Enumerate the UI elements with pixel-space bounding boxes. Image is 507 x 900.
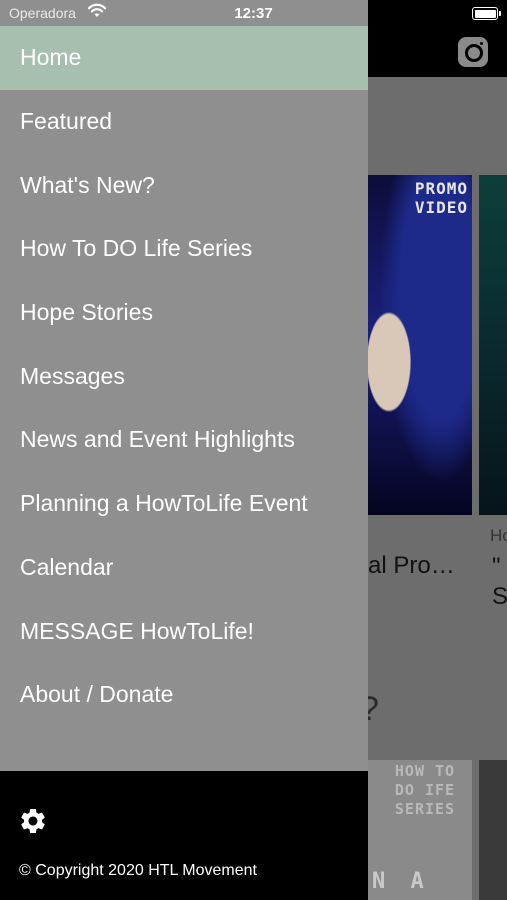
- instagram-icon[interactable]: [458, 37, 488, 67]
- video-card-thumbnail[interactable]: PROMO VIDEO: [368, 175, 472, 515]
- video-card-thumbnail[interactable]: [479, 175, 507, 515]
- series-card-thumbnail[interactable]: HOW TO DO IFE SERIES N A: [368, 760, 472, 900]
- menu-item-calendar[interactable]: Calendar: [0, 536, 368, 600]
- menu-item-how-to-do-life-series[interactable]: How To DO Life Series: [0, 217, 368, 281]
- video-card-title[interactable]: " S: [492, 552, 507, 612]
- menu-item-planning-event[interactable]: Planning a HowToLife Event: [0, 472, 368, 536]
- series-card-text: HOW TO DO IFE SERIES: [394, 762, 456, 818]
- menu-item-home[interactable]: Home: [0, 26, 368, 90]
- menu-item-news-and-event-highlights[interactable]: News and Event Highlights: [0, 408, 368, 472]
- menu-item-whats-new[interactable]: What's New?: [0, 153, 368, 217]
- promo-video-badge: PROMO VIDEO: [414, 179, 468, 217]
- series-card-thumbnail[interactable]: [479, 760, 507, 900]
- menu-item-featured[interactable]: Featured: [0, 90, 368, 154]
- gear-icon[interactable]: [18, 806, 48, 836]
- video-card-title[interactable]: al Pro…: [368, 552, 455, 580]
- drawer-footer: © Copyright 2020 HTL Movement: [0, 771, 368, 900]
- status-time: 12:37: [234, 5, 273, 22]
- video-card-title-line: S: [492, 583, 507, 610]
- video-card-category: Ho: [490, 526, 507, 545]
- menu-item-message-howtolife[interactable]: MESSAGE HowToLife!: [0, 599, 368, 663]
- menu-item-about-donate[interactable]: About / Donate: [0, 663, 368, 727]
- battery-icon: [472, 7, 501, 20]
- series-card-bottom-text: N A: [372, 869, 430, 894]
- copyright-text: © Copyright 2020 HTL Movement: [19, 862, 257, 879]
- video-card-title-line: ": [492, 553, 501, 580]
- menu-item-messages[interactable]: Messages: [0, 344, 368, 408]
- menu-item-hope-stories[interactable]: Hope Stories: [0, 281, 368, 345]
- status-bar: Operadora 12:37: [0, 0, 507, 26]
- side-drawer: Home Featured What's New? How To DO Life…: [0, 0, 368, 900]
- drawer-menu: Home Featured What's New? How To DO Life…: [0, 26, 368, 727]
